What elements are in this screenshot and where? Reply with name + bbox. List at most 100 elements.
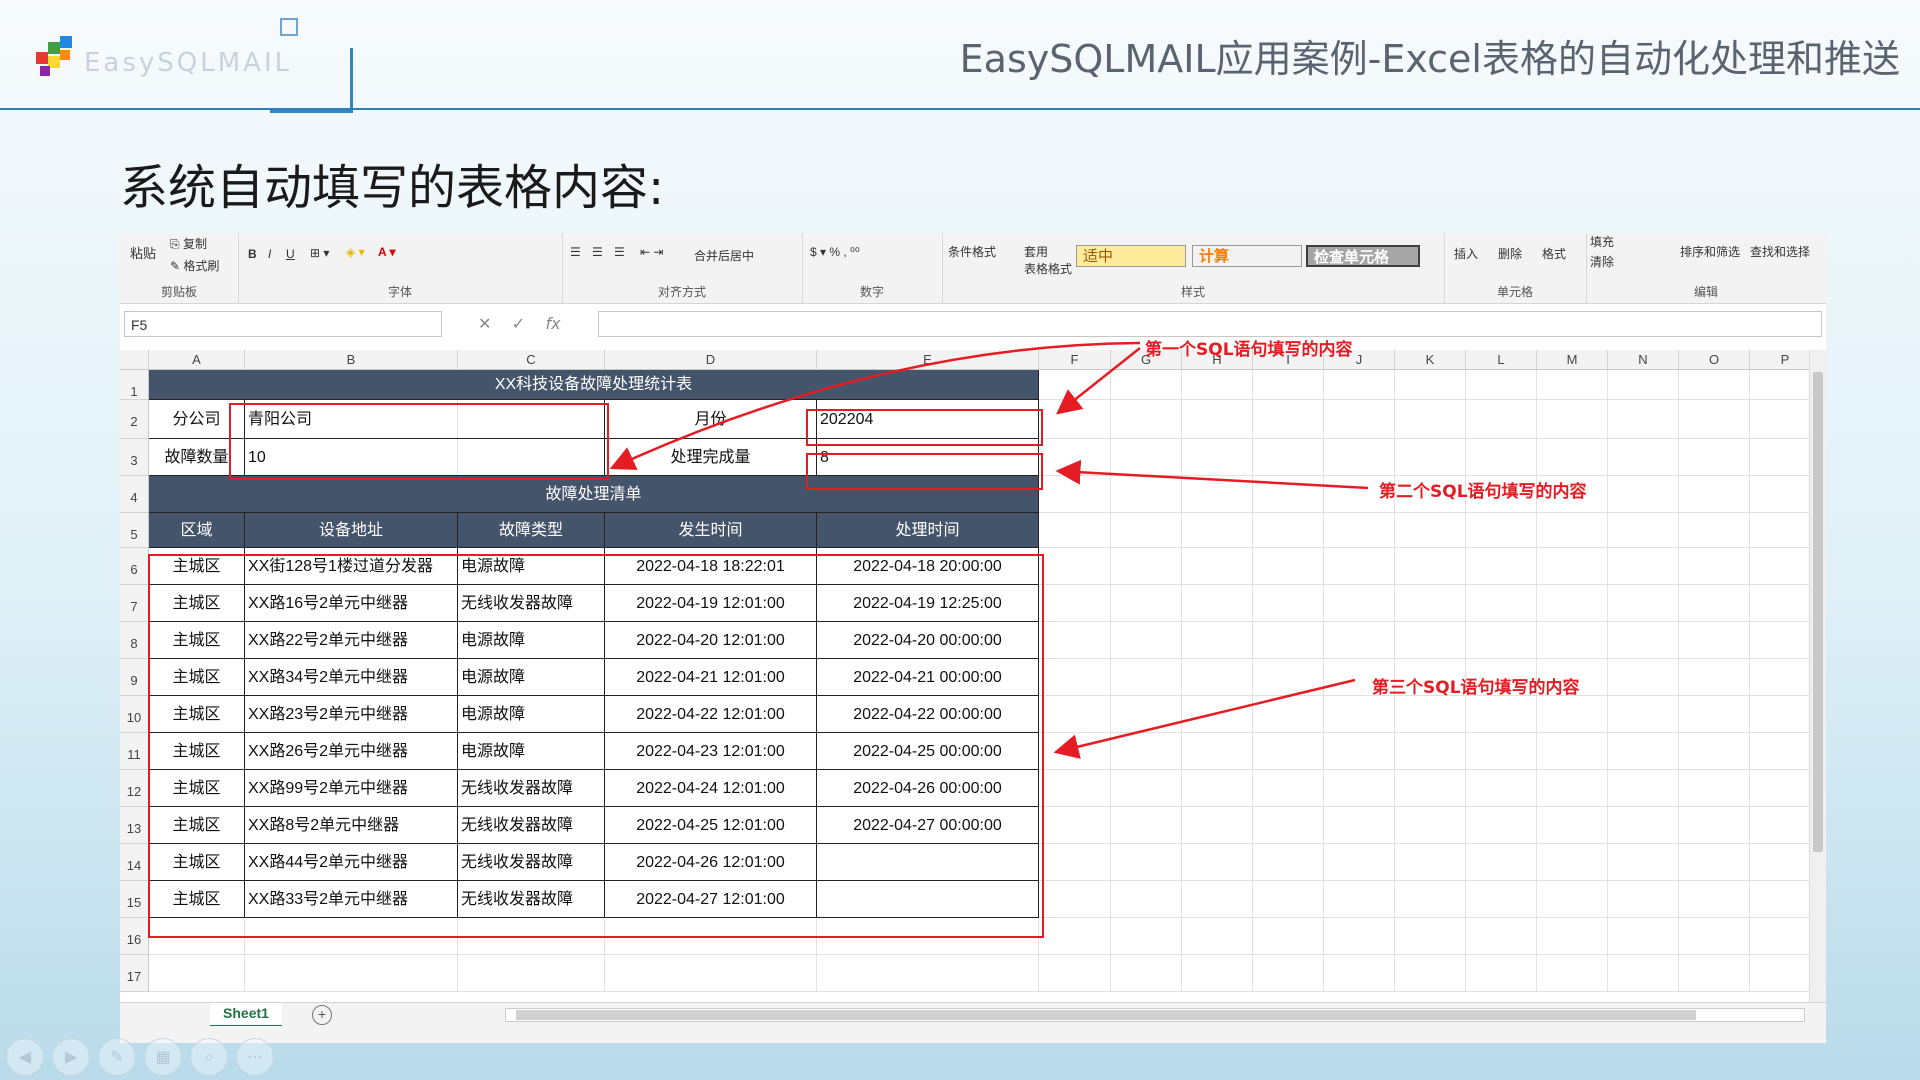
insert-button[interactable]: 插入 xyxy=(1454,245,1478,262)
grid-cell[interactable] xyxy=(1608,770,1679,807)
table-title[interactable]: XX科技设备故障处理统计表 xyxy=(149,370,1039,400)
grid-cell[interactable] xyxy=(1679,548,1750,585)
grid-cell[interactable] xyxy=(1182,807,1253,844)
grid-cell[interactable] xyxy=(1679,622,1750,659)
align-right-icon[interactable]: ☰ xyxy=(614,245,625,259)
fill-button[interactable]: 填充 xyxy=(1590,233,1614,250)
grid-cell[interactable] xyxy=(1750,585,1810,622)
column-header-b[interactable]: B xyxy=(245,350,458,370)
grid-cell[interactable] xyxy=(1253,476,1324,513)
grid-cell[interactable] xyxy=(1395,733,1466,770)
grid-cell[interactable] xyxy=(1253,881,1324,918)
grid-cell[interactable] xyxy=(1750,733,1810,770)
next-slide-icon[interactable]: ▶ xyxy=(52,1038,90,1076)
grid-cell[interactable] xyxy=(149,955,245,992)
grid-view-icon[interactable]: ▦ xyxy=(144,1038,182,1076)
row-header-17[interactable]: 17 xyxy=(120,955,149,992)
column-header-k[interactable]: K xyxy=(1395,350,1466,370)
grid-cell[interactable] xyxy=(1608,918,1679,955)
grid-cell[interactable] xyxy=(1253,370,1324,400)
grid-cell[interactable] xyxy=(1182,659,1253,696)
grid-cell[interactable] xyxy=(1608,807,1679,844)
row-header-15[interactable]: 15 xyxy=(120,881,149,918)
column-header-p[interactable]: P xyxy=(1750,350,1810,370)
grid-cell[interactable] xyxy=(1039,733,1111,770)
grid-cell[interactable] xyxy=(1608,881,1679,918)
zoom-icon[interactable]: ⌕ xyxy=(190,1038,228,1076)
grid-cell[interactable] xyxy=(1679,844,1750,881)
column-header-e[interactable]: E xyxy=(817,350,1039,370)
grid-cell[interactable] xyxy=(1608,733,1679,770)
row-header-16[interactable]: 16 xyxy=(120,918,149,955)
column-title[interactable]: 区域 xyxy=(149,513,245,548)
grid-cell[interactable] xyxy=(1679,370,1750,400)
grid-cell[interactable] xyxy=(1039,476,1111,513)
grid-cell[interactable] xyxy=(1679,807,1750,844)
row-header-13[interactable]: 13 xyxy=(120,807,149,844)
add-sheet-icon[interactable]: + xyxy=(312,1005,332,1025)
row-header-10[interactable]: 10 xyxy=(120,696,149,733)
style-calculation[interactable]: 计算 xyxy=(1192,245,1302,267)
horizontal-scroll-thumb[interactable] xyxy=(516,1010,1696,1020)
grid-cell[interactable] xyxy=(1039,955,1111,992)
grid-cell[interactable] xyxy=(1679,918,1750,955)
grid-cell[interactable] xyxy=(1111,585,1182,622)
grid-cell[interactable] xyxy=(1750,622,1810,659)
grid-cell[interactable] xyxy=(1750,513,1810,548)
select-all-corner[interactable] xyxy=(120,350,149,370)
grid-cell[interactable] xyxy=(1253,659,1324,696)
grid-cell[interactable] xyxy=(1111,370,1182,400)
grid-cell[interactable] xyxy=(1039,622,1111,659)
grid-cell[interactable] xyxy=(1039,844,1111,881)
grid-cell[interactable] xyxy=(1253,733,1324,770)
grid-cell[interactable] xyxy=(1750,955,1810,992)
grid-cell[interactable] xyxy=(1679,659,1750,696)
grid-cell[interactable] xyxy=(1608,659,1679,696)
grid-cell[interactable] xyxy=(817,955,1039,992)
grid-cell[interactable] xyxy=(1466,585,1537,622)
grid-cell[interactable] xyxy=(1750,881,1810,918)
sort-filter-button[interactable]: 排序和筛选 xyxy=(1680,243,1740,260)
grid-cell[interactable] xyxy=(1182,400,1253,439)
grid-cell[interactable] xyxy=(1679,476,1750,513)
grid-cell[interactable] xyxy=(1039,881,1111,918)
grid-cell[interactable] xyxy=(1679,439,1750,476)
grid-cell[interactable] xyxy=(605,955,817,992)
grid-cell[interactable] xyxy=(1608,548,1679,585)
fx-icon[interactable]: fx xyxy=(546,314,561,333)
grid-cell[interactable] xyxy=(458,955,605,992)
grid-cell[interactable] xyxy=(1111,770,1182,807)
grid-cell[interactable] xyxy=(1253,918,1324,955)
grid-cell[interactable] xyxy=(1253,548,1324,585)
row-header-5[interactable]: 5 xyxy=(120,513,149,548)
grid-cell[interactable] xyxy=(1182,770,1253,807)
grid-cell[interactable] xyxy=(1608,439,1679,476)
month-label[interactable]: 月份 xyxy=(605,400,817,439)
grid-cell[interactable] xyxy=(1182,370,1253,400)
grid-cell[interactable] xyxy=(1537,844,1608,881)
grid-cell[interactable] xyxy=(1111,400,1182,439)
grid-cell[interactable] xyxy=(1395,622,1466,659)
grid-cell[interactable] xyxy=(1395,585,1466,622)
grid-cell[interactable] xyxy=(1253,955,1324,992)
style-neutral[interactable]: 适中 xyxy=(1076,245,1186,267)
grid-cell[interactable] xyxy=(1466,696,1537,733)
grid-cell[interactable] xyxy=(1253,439,1324,476)
row-header-14[interactable]: 14 xyxy=(120,844,149,881)
clear-button[interactable]: 清除 xyxy=(1590,253,1614,270)
grid-cell[interactable] xyxy=(1324,513,1395,548)
grid-cell[interactable] xyxy=(1537,585,1608,622)
grid-cell[interactable] xyxy=(1324,548,1395,585)
grid-cell[interactable] xyxy=(1608,585,1679,622)
row-header-7[interactable]: 7 xyxy=(120,585,149,622)
grid-cell[interactable] xyxy=(1182,513,1253,548)
grid-cell[interactable] xyxy=(1395,439,1466,476)
grid-cell[interactable] xyxy=(1039,400,1111,439)
grid-cell[interactable] xyxy=(1324,918,1395,955)
grid-cell[interactable] xyxy=(1111,439,1182,476)
italic-icon[interactable]: I xyxy=(268,247,271,261)
grid-cell[interactable] xyxy=(1324,770,1395,807)
grid-cell[interactable] xyxy=(1182,476,1253,513)
merge-center-button[interactable]: 合并后居中 xyxy=(694,247,754,264)
grid-cell[interactable] xyxy=(1537,513,1608,548)
